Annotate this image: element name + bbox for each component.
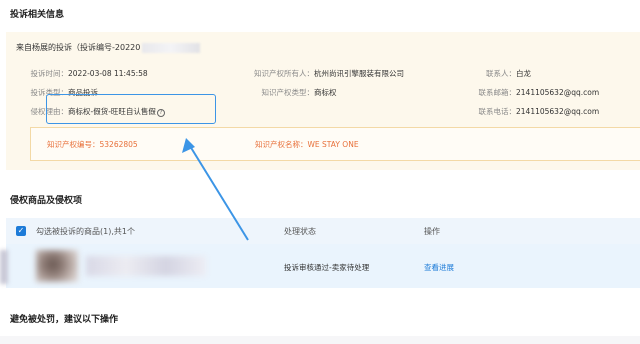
ip-name: 知识产权名称：WE STAY ONE — [255, 139, 359, 150]
contact-person: 联系人：白龙 — [476, 68, 531, 79]
complaint-time-value: 2022-03-08 11:45:58 — [68, 69, 148, 78]
ip-type: 知识产权类型：商标权 — [242, 87, 337, 98]
view-progress-link[interactable]: 查看进展 — [424, 262, 454, 273]
complaint-time-label: 投诉时间： — [30, 69, 69, 78]
ip-type-label: 知识产权类型： — [261, 88, 315, 97]
header-status: 处理状态 — [284, 227, 316, 236]
product-thumbnail[interactable] — [36, 250, 78, 282]
ip-owner: 知识产权所有人：杭州尚讯引擎服装有限公司 — [242, 68, 404, 79]
ip-info-box: 知识产权编号：53262805 知识产权名称：WE STAY ONE — [30, 127, 640, 161]
row-status: 投诉审核通过-卖家待处理 — [284, 263, 370, 272]
ip-number-label: 知识产权编号： — [47, 140, 100, 149]
ip-name-label: 知识产权名称： — [255, 140, 308, 149]
contact-email-label: 联系邮箱： — [478, 88, 517, 97]
header-selected: 勾选被投诉的商品(1),共1个 — [36, 227, 135, 236]
contact-phone: 联系电话：2141105632@qq.com — [476, 106, 600, 117]
ip-number: 知识产权编号：53262805 — [47, 139, 138, 150]
contact-email: 联系邮箱：2141105632@qq.com — [476, 87, 600, 98]
bottom-strip — [0, 336, 640, 344]
avoid-penalty-title: 避免被处罚，建议以下操作 — [10, 315, 119, 325]
table-row: 投诉审核通过-卖家待处理 查看进展 — [6, 244, 640, 288]
table-header: ✓ 勾选被投诉的商品(1),共1个 处理状态 操作 — [6, 218, 640, 244]
ip-owner-label: 知识产权所有人： — [254, 69, 314, 78]
ip-name-value: WE STAY ONE — [307, 140, 359, 149]
row-edge-blur — [0, 250, 8, 284]
ip-owner-value: 杭州尚讯引擎服装有限公司 — [314, 69, 404, 78]
complaint-source-text: 来自杨展的投诉（投诉编号-20220 — [16, 43, 141, 52]
redacted-complaint-id — [142, 42, 201, 53]
contact-email-value: 2141105632@qq.com — [516, 88, 600, 97]
contact-person-label: 联系人： — [486, 69, 516, 78]
redacted-product-name — [86, 256, 206, 276]
complaint-source: 来自杨展的投诉（投诉编号-20220 — [16, 42, 201, 53]
complaint-time: 投诉时间：2022-03-08 11:45:58 — [20, 68, 148, 79]
header-action: 操作 — [424, 227, 440, 236]
select-all-checkbox[interactable]: ✓ — [16, 226, 26, 236]
contact-phone-label: 联系电话： — [478, 107, 517, 116]
complaint-info-title: 投诉相关信息 — [10, 10, 65, 20]
contact-phone-value: 2141105632@qq.com — [516, 107, 600, 116]
contact-person-value: 白龙 — [516, 69, 531, 78]
ip-type-value: 商标权 — [314, 88, 337, 97]
ip-number-value: 53262805 — [99, 140, 138, 149]
reason-highlight-box — [46, 94, 216, 124]
infringing-items-title: 侵权商品及侵权项 — [10, 196, 83, 206]
